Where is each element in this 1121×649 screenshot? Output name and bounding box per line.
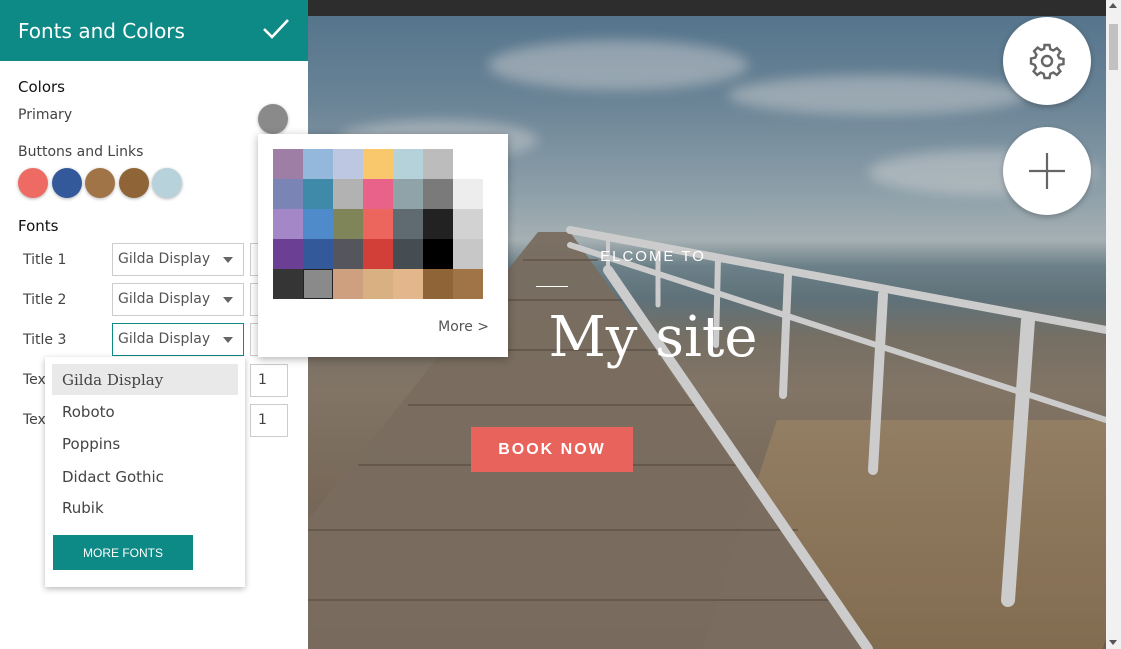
title-3-label: Title 3 [23,332,67,348]
palette-color-cell[interactable] [303,209,333,239]
palette-color-cell[interactable] [333,149,363,179]
palette-color-cell[interactable] [393,209,423,239]
chevron-down-icon [223,257,233,263]
palette-color-cell[interactable] [303,179,333,209]
title-1-font-value: Gilda Display [118,251,211,267]
font-option-poppins[interactable]: Poppins [52,428,238,459]
palette-color-cell[interactable] [333,239,363,269]
primary-color-label: Primary [18,107,73,123]
palette-color-cell[interactable] [363,179,393,209]
palette-color-cell[interactable] [303,269,333,299]
title-2-font-value: Gilda Display [118,291,211,307]
buttons-links-swatch[interactable] [18,168,48,198]
font-dropdown-menu: Gilda Display Roboto Poppins Didact Goth… [45,357,245,587]
palette-color-cell[interactable] [453,149,483,179]
page-scrollbar[interactable] [1106,0,1121,649]
colors-heading: Colors [18,78,65,96]
title-2-label: Title 2 [23,292,67,308]
palette-color-cell[interactable] [333,179,363,209]
palette-color-cell[interactable] [393,239,423,269]
chevron-down-icon [223,297,233,303]
palette-color-cell[interactable] [273,179,303,209]
palette-color-cell[interactable] [423,179,453,209]
text-1-size-input[interactable]: 1 [250,364,288,397]
checkmark-icon[interactable] [262,17,290,41]
palette-color-cell[interactable] [303,149,333,179]
palette-color-cell[interactable] [333,209,363,239]
plus-icon [1029,153,1065,189]
palette-color-cell[interactable] [393,179,423,209]
palette-color-cell[interactable] [423,149,453,179]
palette-color-cell[interactable] [273,239,303,269]
palette-color-cell[interactable] [453,179,483,209]
palette-color-cell[interactable] [453,239,483,269]
text-1-label: Tex [23,372,46,388]
buttons-links-swatch[interactable] [52,168,82,198]
palette-color-cell[interactable] [423,239,453,269]
panel-title: Fonts and Colors [18,18,185,43]
preview-top-bar [308,0,1106,16]
title-3-font-select[interactable]: Gilda Display [112,323,244,356]
palette-color-cell[interactable] [303,239,333,269]
buttons-links-swatch[interactable] [152,168,182,198]
palette-color-cell[interactable] [363,239,393,269]
color-grid [273,149,483,299]
welcome-divider [536,286,568,287]
palette-color-cell[interactable] [273,209,303,239]
more-fonts-button[interactable]: MORE FONTS [53,535,193,570]
scroll-up-arrow[interactable] [1109,3,1117,8]
book-now-button[interactable]: BOOK NOW [471,427,633,472]
more-colors-link[interactable]: More > [438,319,489,335]
color-palette-popup: More > [258,134,508,357]
text-2-size-input[interactable]: 1 [250,404,288,437]
title-2-font-select[interactable]: Gilda Display [112,283,244,316]
title-3-font-value: Gilda Display [118,331,211,347]
palette-color-cell[interactable] [423,209,453,239]
palette-color-cell[interactable] [273,149,303,179]
welcome-text: ELCOME TO [600,248,706,265]
font-option-gilda-display[interactable]: Gilda Display [52,364,238,395]
buttons-links-swatch[interactable] [85,168,115,198]
chevron-down-icon [223,337,233,343]
buttons-links-label: Buttons and Links [18,144,144,160]
palette-color-cell[interactable] [423,269,453,299]
font-option-roboto[interactable]: Roboto [52,396,238,427]
fonts-heading: Fonts [18,217,59,235]
palette-color-cell[interactable] [363,149,393,179]
palette-color-cell[interactable] [333,269,363,299]
palette-color-cell[interactable] [393,149,423,179]
settings-button[interactable] [1003,17,1091,105]
palette-color-cell[interactable] [393,269,423,299]
title-1-label: Title 1 [23,252,67,268]
scroll-thumb[interactable] [1109,24,1118,70]
primary-color-swatch[interactable] [258,104,288,134]
palette-color-cell[interactable] [363,269,393,299]
panel-header: Fonts and Colors [0,0,308,61]
text-2-label: Tex [23,412,46,428]
title-1-font-select[interactable]: Gilda Display [112,243,244,276]
gear-icon [1029,43,1065,80]
font-option-rubik[interactable]: Rubik [52,492,238,523]
add-button[interactable] [1003,127,1091,215]
scroll-down-arrow[interactable] [1109,640,1117,645]
font-option-didact-gothic[interactable]: Didact Gothic [52,461,238,492]
palette-color-cell[interactable] [273,269,303,299]
palette-color-cell[interactable] [453,209,483,239]
palette-color-cell[interactable] [363,209,393,239]
buttons-links-swatch[interactable] [119,168,149,198]
palette-color-cell[interactable] [453,269,483,299]
